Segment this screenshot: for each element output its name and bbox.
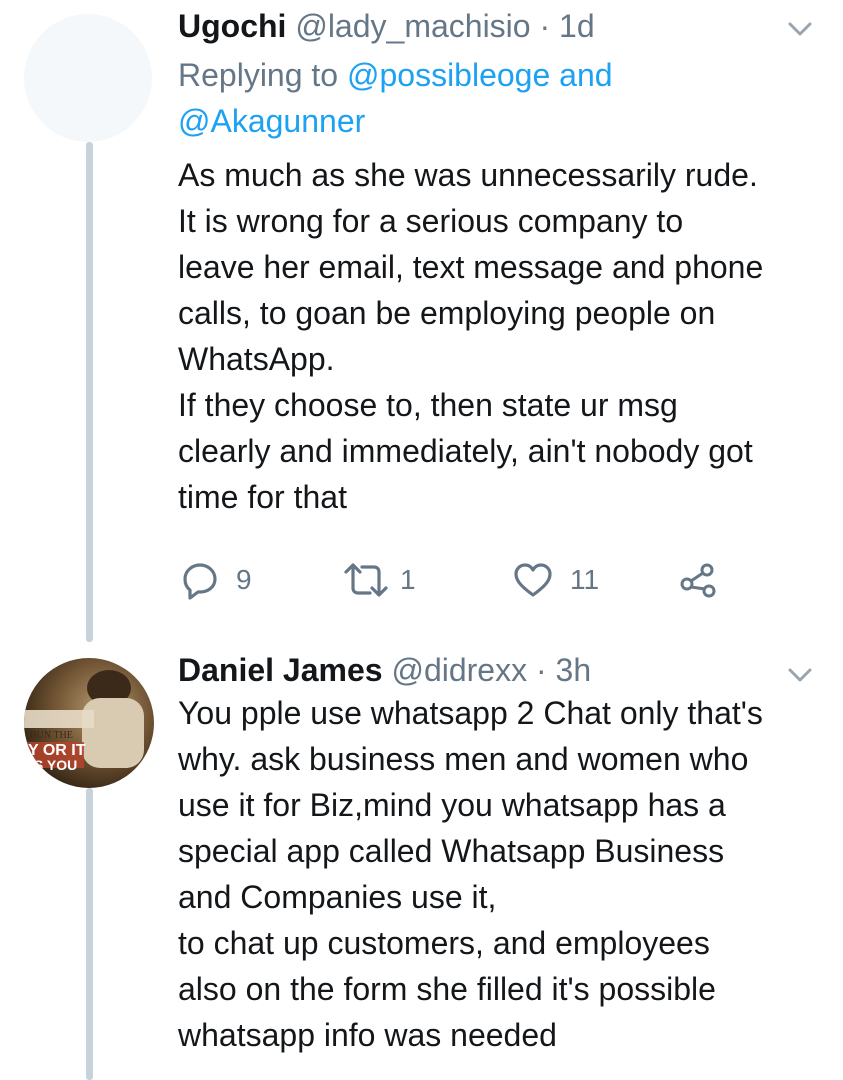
timestamp[interactable]: 1d [559,8,595,44]
tweet-text-line: WhatsApp. [178,341,335,377]
tweet-text-line: and Companies use it, [178,879,497,915]
display-name[interactable]: Daniel James [178,652,383,688]
tweet-text-line: use it for Biz,mind you whatsapp has a [178,787,726,823]
thread-line-lower [86,788,93,1080]
handle[interactable]: @didrexx [391,652,527,688]
tweet-text-line: You pple use whatsapp 2 Chat only that's [178,695,763,731]
tweet-text-line: leave her email, text message and phone [178,249,764,285]
thread-line-upper [86,142,93,642]
tweet-text-line: If they choose to, then state ur msg [178,387,678,423]
handle[interactable]: @lady_machisio [295,8,530,44]
tweet-text-line: It is wrong for a serious company to [178,203,684,239]
tweet-text-line: As much as she was unnecessarily rude. [178,157,758,193]
tweet-text-line: to chat up customers, and employees [178,925,710,961]
share-button[interactable] [678,560,718,600]
tweet-text-line: calls, to goan be employing people on [178,295,716,331]
reply-count: 9 [236,564,252,595]
tweet-text: You pple use whatsapp 2 Chat only that's… [178,690,815,1058]
tweet-text-line: time for that [178,479,347,515]
like-button[interactable]: 11 [512,560,599,600]
mention-link[interactable]: @possibleoge [347,57,550,93]
timestamp[interactable]: 3h [556,652,592,688]
avatar-daniel-james[interactable]: BUN THE Y OR IT IS YOU [24,658,154,788]
reply-prefix: Replying to [178,57,339,93]
reply-button[interactable]: 9 [180,560,252,600]
retweet-icon [342,560,390,600]
reply-icon [180,560,220,600]
display-name[interactable]: Ugochi [178,8,286,44]
tweet-text-line: clearly and immediately, ain't nobody go… [178,433,753,469]
like-icon [512,560,554,600]
retweet-button[interactable]: 1 [342,560,416,600]
mention-link[interactable]: @Akagunner [178,103,365,139]
tweet-daniel-james[interactable]: Daniel James @didrexx · 3h You pple use … [178,650,815,1058]
tweet-ugochi[interactable]: Ugochi @lady_machisio · 1d Replying to @… [178,6,815,520]
retweet-count: 1 [400,564,416,595]
separator-dot: · [535,652,547,688]
tweet-header: Daniel James @didrexx · 3h [178,650,815,690]
share-icon [678,560,718,600]
tweet-header: Ugochi @lady_machisio · 1d [178,6,815,46]
chevron-down-icon[interactable] [785,660,815,690]
replying-to: Replying to @possibleoge and @Akagunner [178,52,815,144]
tweet-text-line: also on the form she filled it's possibl… [178,971,716,1007]
tweet-text: As much as she was unnecessarily rude. I… [178,152,815,520]
tweet-text-line: whatsapp info was needed [178,1017,557,1053]
separator-dot: · [539,8,551,44]
tweet-text-line: special app called Whatsapp Business [178,833,725,869]
avatar-text: IS YOU [30,757,77,773]
chevron-down-icon[interactable] [785,14,815,44]
tweet-text-line: why. ask business men and women who [178,741,749,777]
avatar-text: BUN THE [30,730,73,741]
reply-and: and [559,57,613,93]
like-count: 11 [570,564,600,595]
tweet-actions: 9 1 11 [178,560,738,600]
avatar-ugochi[interactable] [24,14,152,142]
